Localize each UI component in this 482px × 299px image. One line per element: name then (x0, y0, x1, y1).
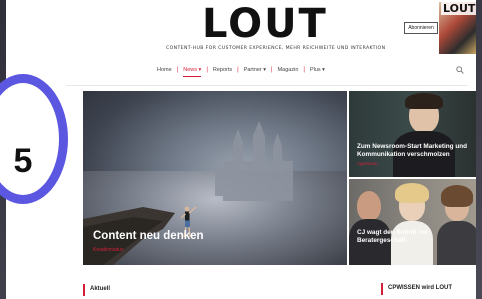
person-hair (395, 183, 429, 203)
main-nav: Home | News ▾ | Reports | Partner ▾ | Ma… (6, 60, 476, 80)
person-hair (405, 93, 443, 109)
teaser-card[interactable]: CJ wagt den Schritt ins Beratergeschäft (349, 179, 476, 265)
magazine-cover-title: LOUT (441, 2, 476, 15)
magazine-cover[interactable]: LOUT (439, 2, 476, 54)
teaser-card[interactable]: Zum Newsroom-Start Marketing und Kommuni… (349, 91, 476, 177)
teaser-title[interactable]: CJ wagt den Schritt ins Beratergeschäft (357, 229, 476, 245)
nav-item-news[interactable]: News ▾ (178, 67, 206, 77)
teaser-title[interactable]: Zum Newsroom-Start Marketing und Kommuni… (357, 143, 476, 159)
section-heading-aktuell: Aktuell (90, 286, 111, 292)
person-hair (441, 185, 473, 207)
nav-item-reports[interactable]: Reports (208, 67, 237, 73)
nav-item-magazin[interactable]: Magazin (273, 67, 304, 73)
webpage: LOUT CONTENT-HUB FOR CUSTOMER EXPERIENCE… (6, 0, 476, 299)
nav-divider (66, 85, 468, 86)
hero-title[interactable]: Content neu denken (93, 230, 204, 242)
site-logo[interactable]: LOUT (202, 2, 328, 46)
teaser-category[interactable]: Agenturen (357, 161, 378, 166)
castle-illustration (215, 121, 293, 201)
section-marker (381, 283, 383, 295)
nav-item-home[interactable]: Home (152, 67, 177, 73)
nav-item-partner[interactable]: Partner ▾ (239, 67, 271, 73)
hero-category[interactable]: Kreativmodus (93, 247, 124, 253)
masthead: LOUT CONTENT-HUB FOR CUSTOMER EXPERIENCE… (6, 0, 476, 56)
nav-item-plus[interactable]: Plus ▾ (305, 67, 330, 73)
section-marker (83, 284, 85, 296)
person-photo (357, 191, 381, 221)
subscribe-button[interactable]: Abonnieren (404, 22, 438, 34)
hero-teaser[interactable]: Content neu denken Kreativmodus (83, 91, 347, 265)
section-heading-cpwissen[interactable]: CPWISSEN wird LOUT (388, 285, 452, 291)
site-tagline: CONTENT-HUB FOR CUSTOMER EXPERIENCE, MEH… (166, 46, 386, 51)
step-badge-number: 5 (13, 142, 33, 180)
search-icon[interactable] (456, 66, 464, 74)
